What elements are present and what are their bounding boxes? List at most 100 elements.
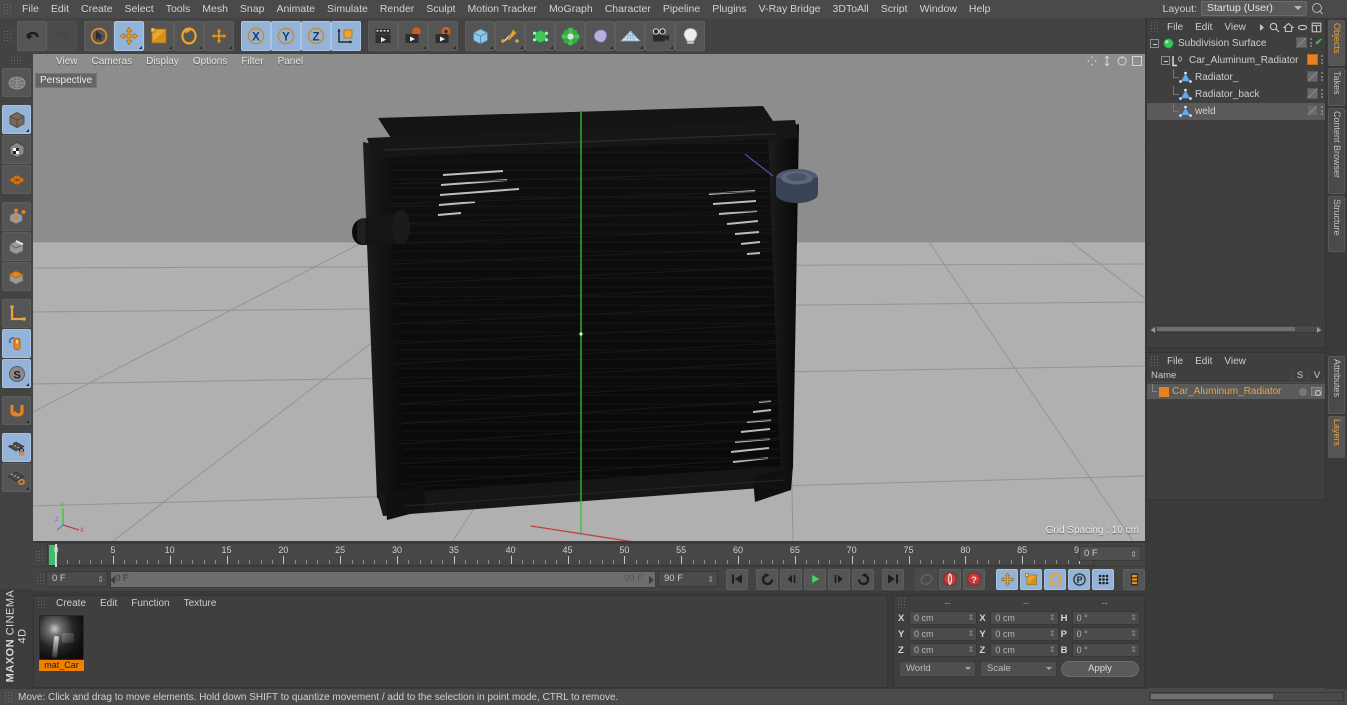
scroll-right-arrow-icon[interactable] bbox=[1317, 327, 1321, 333]
layer-color-swatch[interactable] bbox=[1159, 386, 1169, 397]
lock-y-axis-button[interactable]: Y bbox=[271, 21, 301, 51]
tab-content-browser[interactable]: Content Browser bbox=[1328, 108, 1345, 194]
expand-all-icon[interactable] bbox=[1311, 22, 1322, 33]
menu-item-tools[interactable]: Tools bbox=[160, 0, 197, 18]
rotate-view-icon[interactable] bbox=[1116, 55, 1128, 67]
left-palette-grip[interactable] bbox=[10, 56, 23, 65]
scale-key-button[interactable] bbox=[1020, 568, 1042, 590]
viewport-menu-display[interactable]: Display bbox=[139, 54, 186, 70]
rot-p-field[interactable]: 0 ° ⇕ bbox=[1071, 627, 1140, 641]
add-cube-button[interactable] bbox=[465, 21, 495, 51]
menu-item-pipeline[interactable]: Pipeline bbox=[657, 0, 706, 18]
stepper-icon[interactable]: ⇕ bbox=[1049, 612, 1056, 624]
live-selection-button[interactable] bbox=[84, 21, 114, 51]
status-bar-grip[interactable] bbox=[4, 690, 13, 704]
stepper-icon[interactable]: ⇕ bbox=[1049, 628, 1056, 640]
layer-visibility-toggle[interactable] bbox=[1311, 387, 1322, 396]
move-tool-button[interactable] bbox=[114, 21, 144, 51]
undo-button[interactable] bbox=[17, 21, 47, 51]
menu-item-3dtoall[interactable]: 3DToAll bbox=[827, 0, 875, 18]
edges-mode-tool[interactable] bbox=[2, 232, 31, 261]
menu-grip[interactable] bbox=[3, 2, 12, 16]
material-menu-edit[interactable]: Edit bbox=[93, 598, 124, 609]
menu-item-window[interactable]: Window bbox=[914, 0, 963, 18]
viewport-3d-scene[interactable] bbox=[33, 54, 1145, 541]
max-frame-field[interactable]: 90 F ⇕ bbox=[658, 571, 718, 587]
viewport-menu-options[interactable]: Options bbox=[186, 54, 234, 70]
object-tag-swatch[interactable] bbox=[1307, 105, 1318, 116]
coordinates-grip[interactable] bbox=[897, 596, 906, 610]
object-row-car-aluminum-radiator[interactable]: 0 Car_Aluminum_Radiator bbox=[1147, 52, 1325, 69]
layer-menu-file[interactable]: File bbox=[1161, 356, 1189, 367]
size-y-field[interactable]: 0 cm ⇕ bbox=[990, 627, 1059, 641]
object-tree[interactable]: Subdivision Surface ✔ 0 Car_Aluminum_Rad… bbox=[1147, 35, 1325, 335]
viewport-solo-tool[interactable] bbox=[2, 463, 31, 492]
enable-snap-tool[interactable] bbox=[2, 329, 31, 358]
object-manager-grip[interactable] bbox=[1150, 20, 1159, 34]
material-item[interactable]: mat_Car bbox=[39, 615, 84, 671]
object-manager-horizontal-scrollbar[interactable] bbox=[1149, 325, 1323, 333]
step-back-button[interactable] bbox=[780, 568, 802, 590]
play-forwards-button[interactable] bbox=[852, 568, 874, 590]
autokeying-button[interactable] bbox=[915, 568, 937, 590]
param-key-button[interactable]: P bbox=[1068, 568, 1090, 590]
object-row-weld[interactable]: weld bbox=[1147, 103, 1325, 120]
keyframe-selection-button[interactable] bbox=[1123, 568, 1145, 590]
menu-item-simulate[interactable]: Simulate bbox=[321, 0, 374, 18]
layer-menu-edit[interactable]: Edit bbox=[1189, 356, 1218, 367]
render-view-button[interactable] bbox=[368, 21, 398, 51]
collapse-icon[interactable] bbox=[1297, 22, 1308, 33]
layout-dropdown[interactable]: Startup (User) bbox=[1201, 1, 1307, 16]
rot-b-field[interactable]: 0 ° ⇕ bbox=[1071, 643, 1140, 657]
play-backwards-button[interactable] bbox=[756, 568, 778, 590]
lock-x-axis-button[interactable]: X bbox=[241, 21, 271, 51]
model-mode-tool[interactable] bbox=[2, 105, 31, 134]
stepper-icon[interactable]: ⇕ bbox=[968, 612, 975, 624]
object-row-radiator-back[interactable]: Radiator_back bbox=[1147, 86, 1325, 103]
texture-mode-tool[interactable] bbox=[2, 135, 31, 164]
stepper-icon[interactable]: ⇕ bbox=[968, 644, 975, 656]
object-dots-icon[interactable] bbox=[1321, 106, 1323, 115]
timeline-range-slider[interactable]: 0 F 90 F bbox=[110, 570, 656, 588]
add-generator-button[interactable] bbox=[525, 21, 555, 51]
viewport-menu-cameras[interactable]: Cameras bbox=[85, 54, 140, 70]
tab-structure[interactable]: Structure bbox=[1328, 196, 1345, 252]
scale-tool-button[interactable] bbox=[144, 21, 174, 51]
object-tag-swatch[interactable] bbox=[1295, 37, 1307, 48]
status-bar-scrollbar[interactable] bbox=[1149, 692, 1344, 701]
play-button[interactable] bbox=[804, 568, 826, 590]
menu-item-file[interactable]: File bbox=[16, 0, 45, 18]
home-icon[interactable] bbox=[1283, 22, 1294, 33]
material-menu-function[interactable]: Function bbox=[124, 598, 176, 609]
material-preview-thumbnail[interactable] bbox=[39, 615, 84, 660]
scrollbar-thumb[interactable] bbox=[1151, 694, 1273, 699]
redo-button[interactable] bbox=[47, 21, 77, 51]
layer-solo-toggle[interactable] bbox=[1299, 387, 1307, 396]
object-row-radiator[interactable]: Radiator_ bbox=[1147, 69, 1325, 86]
stepper-icon[interactable]: ⇕ bbox=[968, 628, 975, 640]
viewport-solo-lock-tool[interactable] bbox=[2, 433, 31, 462]
stepper-icon[interactable]: ⇕ bbox=[1130, 628, 1137, 640]
position-key-button[interactable] bbox=[996, 568, 1018, 590]
zoom-view-icon[interactable] bbox=[1101, 55, 1113, 67]
viewport-grip[interactable] bbox=[36, 55, 45, 69]
rotate-tool-button[interactable] bbox=[174, 21, 204, 51]
scrollbar-thumb[interactable] bbox=[1157, 327, 1295, 331]
object-menu-edit[interactable]: Edit bbox=[1189, 22, 1218, 33]
add-spline-button[interactable] bbox=[495, 21, 525, 51]
object-menu-file[interactable]: File bbox=[1161, 22, 1189, 33]
object-dots-icon[interactable] bbox=[1309, 38, 1312, 47]
maximize-view-icon[interactable] bbox=[1131, 55, 1143, 67]
render-settings-button[interactable] bbox=[428, 21, 458, 51]
transform-mode-dropdown[interactable]: Scale bbox=[980, 661, 1058, 677]
material-menu-texture[interactable]: Texture bbox=[177, 598, 224, 609]
viewport-menu-filter[interactable]: Filter bbox=[234, 54, 270, 70]
stepper-icon[interactable]: ⇕ bbox=[1130, 612, 1137, 624]
scroll-left-arrow-icon[interactable] bbox=[1151, 327, 1155, 333]
menu-item-mesh[interactable]: Mesh bbox=[196, 0, 234, 18]
pos-y-field[interactable]: 0 cm ⇕ bbox=[909, 627, 978, 641]
add-environment-button[interactable] bbox=[585, 21, 615, 51]
object-tag-swatch[interactable] bbox=[1307, 71, 1318, 82]
toolbar-grip[interactable] bbox=[3, 29, 12, 43]
rot-h-field[interactable]: 0 ° ⇕ bbox=[1071, 611, 1140, 625]
